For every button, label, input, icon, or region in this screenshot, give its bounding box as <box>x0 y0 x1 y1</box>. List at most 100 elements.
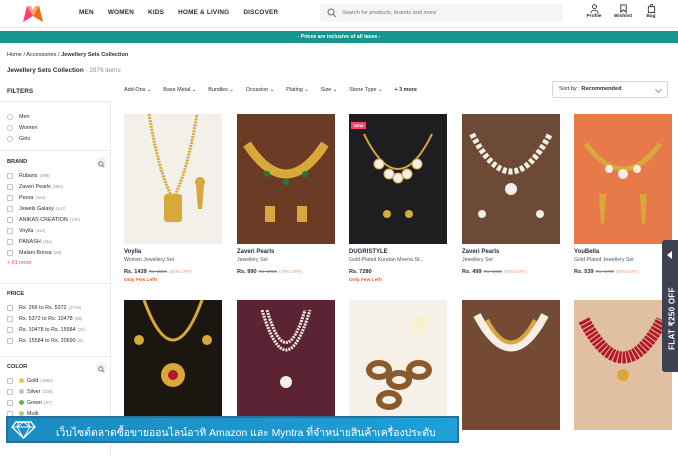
filter-more[interactable]: + 3 more <box>395 87 417 93</box>
filter-base-metal[interactable]: Base Metal ⌄ <box>163 87 196 93</box>
checkbox[interactable] <box>7 249 13 256</box>
brand-option[interactable]: ANIKAS CREATION (136) <box>7 214 107 225</box>
myntra-logo[interactable] <box>22 5 44 23</box>
product-card[interactable] <box>124 300 222 430</box>
brand-heading: BRAND <box>7 159 28 165</box>
sort-dropdown[interactable]: Sort by : Recommended <box>552 81 668 98</box>
color-option[interactable]: Green (97) <box>7 397 107 408</box>
color-option[interactable]: Silver (338) <box>7 386 107 397</box>
brand-more-link[interactable]: + 61 more <box>7 260 107 266</box>
product-image-wrap[interactable] <box>124 300 222 430</box>
brand-label: PANASH <box>19 238 41 245</box>
price-option[interactable]: Rs. 10478 to Rs. 15584 (21) <box>7 324 107 335</box>
brand-option[interactable]: Malani Bonsa (89) <box>7 247 107 258</box>
color-search-button[interactable] <box>96 362 107 373</box>
product-card[interactable]: YouBella Gold-Plated Jewellery Set Rs. 539… <box>574 114 672 275</box>
profile-label: Profile <box>586 14 602 19</box>
checkbox[interactable] <box>7 315 13 322</box>
product-image-wrap[interactable] <box>124 114 222 244</box>
checkbox[interactable] <box>7 194 13 201</box>
filter-bundles[interactable]: Bundles ⌄ <box>208 87 234 93</box>
price-option[interactable]: Rs. 15584 to Rs. 20690 (8) <box>7 335 107 346</box>
product-image-wrap[interactable] <box>574 114 672 244</box>
product-image-wrap[interactable] <box>462 114 560 244</box>
price-mrp: Rs. 1996 <box>483 269 502 274</box>
product-image-wrap[interactable] <box>349 300 447 430</box>
checkbox[interactable] <box>7 304 13 311</box>
product-card[interactable]: Voylla Women Jewellery Set Rs. 1439 Rs. 359… <box>124 114 222 283</box>
brand-search-button[interactable] <box>96 157 107 168</box>
price-option[interactable]: Rs. 5372 to Rs. 10478 (98) <box>7 313 107 324</box>
product-card[interactable]: Zaveri Pearls Jewellery Set Rs. 499 Rs. 199… <box>462 114 560 275</box>
product-image <box>462 300 560 430</box>
gender-option[interactable]: Men <box>7 111 107 122</box>
brand-option[interactable]: PANASH (111) <box>7 236 107 247</box>
product-card[interactable] <box>574 300 672 430</box>
gender-label: Women <box>19 124 38 131</box>
caption-text: เว็บไซต์ตลาดซื้อขายออนไลน์อาทิ Amazon แล… <box>56 428 436 439</box>
product-image-wrap[interactable] <box>574 300 672 430</box>
price-option[interactable]: Rs. 266 to Rs. 5372 (2745) <box>7 302 107 313</box>
radio-button[interactable] <box>7 113 13 120</box>
product-image-wrap[interactable]: NEW <box>349 114 447 244</box>
checkbox[interactable] <box>7 216 13 223</box>
search-bar[interactable] <box>320 4 563 22</box>
filter-size[interactable]: Size ⌄ <box>321 87 338 93</box>
product-price: Rs. 990 Rs. 3960 (75% OFF) <box>237 269 335 275</box>
flat-offer-tab[interactable]: FLAT ₹250 OFF <box>662 240 678 372</box>
sort-label: Sort by : <box>559 86 580 92</box>
color-option[interactable]: Gold (1882) <box>7 375 107 386</box>
radio-button[interactable] <box>7 135 13 142</box>
wishlist-label: Wishlist <box>613 14 633 19</box>
checkbox[interactable] <box>7 238 13 245</box>
product-image <box>237 114 335 244</box>
search-input[interactable] <box>342 6 552 20</box>
arrow-left-icon <box>667 251 672 259</box>
price-value: Rs. 1439 <box>124 269 147 275</box>
gender-option[interactable]: Women <box>7 122 107 133</box>
product-card[interactable]: NEW DUGRISTYLE Gold-Plated Kundan Meena St… <box>349 114 447 283</box>
color-swatch <box>19 400 24 405</box>
checkbox[interactable] <box>7 399 13 406</box>
checkbox[interactable] <box>7 205 13 212</box>
nav-home-living[interactable]: HOME & LIVING <box>178 9 229 16</box>
breadcrumb-accessories[interactable]: Accessories <box>26 52 56 58</box>
bag-button[interactable]: Bag <box>639 4 663 19</box>
checkbox[interactable] <box>7 172 13 179</box>
product-image-wrap[interactable] <box>462 300 560 430</box>
main-nav: MEN WOMEN KIDS HOME & LIVING DISCOVER <box>79 9 292 16</box>
checkbox[interactable] <box>7 388 13 395</box>
radio-button[interactable] <box>7 124 13 131</box>
nav-kids[interactable]: KIDS <box>148 9 164 16</box>
nav-women[interactable]: WOMEN <box>108 9 134 16</box>
checkbox[interactable] <box>7 326 13 333</box>
brand-option[interactable]: Rubans (498) <box>7 170 107 181</box>
product-card[interactable] <box>349 300 447 430</box>
gender-option[interactable]: Girls <box>7 133 107 144</box>
breadcrumb-home[interactable]: Home <box>7 52 22 58</box>
profile-button[interactable]: Profile <box>582 4 606 19</box>
product-image-wrap[interactable] <box>237 300 335 430</box>
product-card[interactable] <box>462 300 560 430</box>
filter-occasion[interactable]: Occasion ⌄ <box>246 87 275 93</box>
wishlist-button[interactable]: Wishlist <box>611 4 635 19</box>
filter-plating[interactable]: Plating ⌄ <box>286 87 309 93</box>
sort-value: Recommended <box>581 86 622 92</box>
checkbox[interactable] <box>7 337 13 344</box>
filter-stone-type[interactable]: Stone Type ⌄ <box>349 87 382 93</box>
brand-option[interactable]: Jewels Galaxy (147) <box>7 203 107 214</box>
filter-add-ons[interactable]: Add-Ons ⌄ <box>124 87 151 93</box>
brand-option[interactable]: Voylla (114) <box>7 225 107 236</box>
checkbox[interactable] <box>7 183 13 190</box>
product-image-wrap[interactable] <box>237 114 335 244</box>
product-card[interactable] <box>237 300 335 430</box>
brand-option[interactable]: Peora (163) <box>7 192 107 203</box>
checkbox[interactable] <box>7 227 13 234</box>
product-image <box>574 114 672 244</box>
checkbox[interactable] <box>7 377 13 384</box>
brand-option[interactable]: Zaveri Pearls (381) <box>7 181 107 192</box>
nav-discover[interactable]: DISCOVER <box>243 9 278 16</box>
product-card[interactable]: Zaveri Pearls Jewellery Set Rs. 990 Rs. 396… <box>237 114 335 275</box>
price-discount: (60% OFF) <box>169 269 192 274</box>
nav-men[interactable]: MEN <box>79 9 94 16</box>
